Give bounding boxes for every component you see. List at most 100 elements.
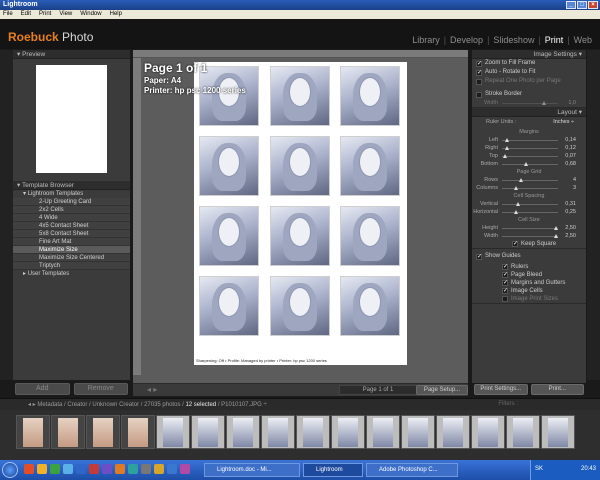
filmstrip-thumbnail[interactable] (16, 415, 50, 449)
slider-knob[interactable] (554, 234, 558, 238)
guide-option[interactable]: Image Print Sizes (472, 295, 586, 303)
slider-knob[interactable] (516, 202, 520, 206)
checkbox[interactable] (476, 69, 482, 78)
quicklaunch-icon[interactable] (180, 464, 190, 474)
filmstrip-filters[interactable]: Filters : (498, 401, 518, 407)
quicklaunch-icon[interactable] (89, 464, 99, 474)
filmstrip-thumbnail[interactable] (436, 415, 470, 449)
menu-window[interactable]: Window (80, 10, 101, 19)
template-browser-header[interactable]: ▾ Template Browser (13, 181, 130, 190)
module-print[interactable]: Print (545, 35, 564, 45)
slider-horizontal[interactable]: Horizontal 0,25 (472, 208, 586, 216)
slider-width[interactable]: Width 2,50 (472, 232, 586, 240)
taskbar-item-word[interactable]: Lightroom.doc - Mi... (204, 463, 300, 477)
template-item[interactable]: 2x2 Cells (13, 206, 130, 214)
minimize-button[interactable]: _ (566, 1, 576, 9)
slider-vertical[interactable]: Vertical 0,31 (472, 200, 586, 208)
checkbox[interactable] (502, 279, 508, 287)
slider-rows[interactable]: Rows 4 (472, 176, 586, 184)
stroke-border-option[interactable]: Stroke Border (472, 90, 586, 99)
module-slideshow[interactable]: Slideshow (493, 35, 534, 45)
print-settings-button[interactable]: Print Settings... (474, 384, 528, 395)
slider-knob[interactable] (524, 162, 528, 166)
template-item[interactable]: 2-Up Greeting Card (13, 198, 130, 206)
slider-knob[interactable] (514, 186, 518, 190)
left-panel-toggle[interactable] (0, 50, 13, 380)
image-setting-option[interactable]: Auto - Rotate to Fit (472, 68, 586, 78)
filmstrip-thumbnail[interactable] (401, 415, 435, 449)
slider-columns[interactable]: Columns 3 (472, 184, 586, 192)
filmstrip-thumbnail[interactable] (366, 415, 400, 449)
menu-print[interactable]: Print (39, 10, 51, 19)
module-develop[interactable]: Develop (450, 35, 483, 45)
maximize-button[interactable]: □ (577, 1, 587, 9)
checkbox[interactable] (502, 271, 508, 279)
ruler-units-select[interactable]: Inches ÷ (553, 117, 574, 128)
menu-edit[interactable]: Edit (21, 10, 31, 19)
slider-height[interactable]: Height 2,50 (472, 224, 586, 232)
layout-header[interactable]: Layout ▾ (472, 108, 586, 117)
slider-knob[interactable] (503, 154, 507, 158)
menu-file[interactable]: File (3, 10, 13, 19)
page-nav-arrows[interactable]: ◂ ▸ (147, 385, 157, 394)
guide-option[interactable]: Rulers (472, 263, 586, 271)
checkbox[interactable] (502, 263, 508, 271)
page-setup-button[interactable]: Page Setup... (416, 385, 468, 395)
guide-option[interactable]: Image Cells (472, 287, 586, 295)
quicklaunch-icon[interactable] (102, 464, 112, 474)
image-setting-option[interactable]: Zoom to Fill Frame (472, 59, 586, 69)
keep-square-checkbox[interactable] (512, 240, 518, 248)
keep-square-option[interactable]: Keep Square (472, 240, 586, 248)
module-web[interactable]: Web (574, 35, 592, 45)
remove-template-button[interactable]: Remove (73, 383, 128, 395)
filmstrip-thumbnail[interactable] (51, 415, 85, 449)
image-settings-header[interactable]: Image Settings ▾ (472, 50, 586, 59)
quicklaunch-icon[interactable] (50, 464, 60, 474)
template-item[interactable]: Fine Art Mat (13, 238, 130, 246)
filmstrip-thumbnail[interactable] (191, 415, 225, 449)
filmstrip-thumbnail[interactable] (156, 415, 190, 449)
right-panel-toggle[interactable] (587, 50, 600, 380)
slider-knob[interactable] (519, 178, 523, 182)
template-item[interactable]: Maximize Size (13, 246, 130, 254)
language-indicator[interactable]: SK (535, 466, 543, 472)
quicklaunch-icon[interactable] (76, 464, 86, 474)
checkbox[interactable] (502, 287, 508, 295)
taskbar-item-lightroom[interactable]: Lightroom (303, 463, 363, 477)
slider-left[interactable]: Left 0,14 (472, 136, 586, 144)
preview-header[interactable]: ▾ Preview (13, 50, 130, 59)
slider-knob[interactable] (514, 210, 518, 214)
slider-knob[interactable] (505, 138, 509, 142)
start-button[interactable] (2, 462, 18, 478)
show-guides-option[interactable]: Show Guides (472, 252, 586, 262)
filmstrip-thumbnail[interactable] (261, 415, 295, 449)
slider-knob[interactable] (554, 226, 558, 230)
quicklaunch-icon[interactable] (154, 464, 164, 474)
filmstrip-thumbnail[interactable] (471, 415, 505, 449)
quicklaunch-icon[interactable] (63, 464, 73, 474)
add-template-button[interactable]: Add (15, 383, 70, 395)
quicklaunch-icon[interactable] (24, 464, 34, 474)
menu-view[interactable]: View (59, 10, 72, 19)
taskbar-item-photoshop[interactable]: Adobe Photoshop C... (366, 463, 458, 477)
template-item[interactable]: 4 Wide (13, 214, 130, 222)
image-setting-option[interactable]: Repeat One Photo per Page (472, 77, 586, 86)
filmstrip-thumbnail[interactable] (541, 415, 575, 449)
stroke-width-slider[interactable]: Width 1,0 (472, 99, 586, 107)
close-button[interactable]: × (588, 1, 598, 9)
template-item[interactable]: 4x5 Contact Sheet (13, 222, 130, 230)
filmstrip-thumbnail[interactable] (331, 415, 365, 449)
quicklaunch-icon[interactable] (37, 464, 47, 474)
slider-knob[interactable] (505, 146, 509, 150)
stroke-border-checkbox[interactable] (476, 91, 482, 98)
filmstrip-thumbnail[interactable] (226, 415, 260, 449)
template-group-lightroom[interactable]: ▾ Lightroom Templates (13, 190, 130, 198)
template-item[interactable]: 5x8 Contact Sheet (13, 230, 130, 238)
checkbox[interactable] (476, 78, 482, 85)
quicklaunch-icon[interactable] (141, 464, 151, 474)
quicklaunch-icon[interactable] (167, 464, 177, 474)
filmstrip-thumbnail[interactable] (121, 415, 155, 449)
guide-option[interactable]: Margins and Gutters (472, 279, 586, 287)
filmstrip-thumbnail[interactable] (86, 415, 120, 449)
filmstrip-thumbnail[interactable] (296, 415, 330, 449)
